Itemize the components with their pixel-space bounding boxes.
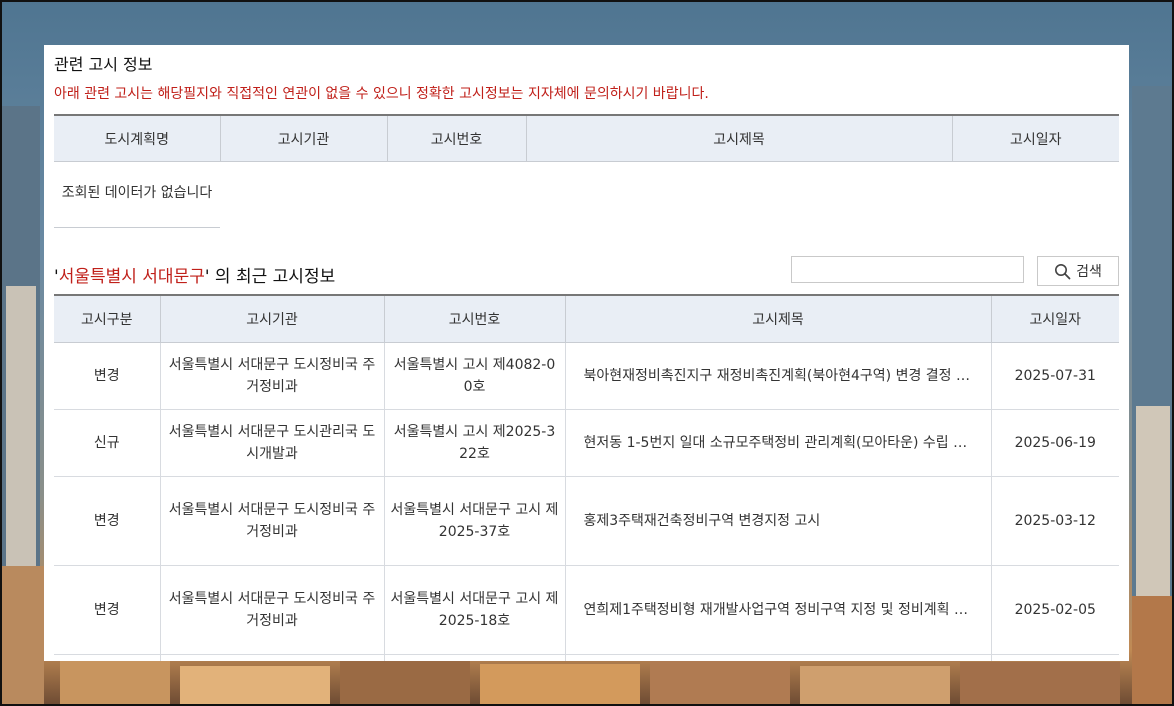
- column-header-number: 고시번호: [384, 295, 566, 343]
- recent-notice-title: '서울특별시 서대문구' 의 최근 고시정보: [54, 262, 335, 287]
- cell-title-link[interactable]: 북아현재정비촉진지구 재정비촉진계획(북아현4구역) 변경 결정 고시: [565, 342, 992, 410]
- cell-category: 신규: [54, 409, 161, 477]
- table-row[interactable]: 신규 서울특별시 서대문구 도시관리국 도시개발과 서울특별시 고시 제2025…: [54, 409, 1119, 477]
- cell-agency: 서울특별시 서대문구 도시정비국 주거정비과: [160, 476, 385, 566]
- column-header-agency: 고시기관: [160, 295, 385, 343]
- column-header-title: 고시제목: [565, 295, 992, 343]
- column-header-category: 고시구분: [54, 295, 161, 343]
- search-input[interactable]: [791, 256, 1024, 283]
- notice-panel: 관련 고시 정보 아래 관련 고시는 해당필지와 직접적인 연관이 없을 수 있…: [44, 45, 1129, 661]
- cell-date: 2025-06-19: [991, 409, 1119, 477]
- cell-date: 2025-03-12: [991, 476, 1119, 566]
- column-header-date: 고시일자: [952, 115, 1119, 162]
- column-header-plan-name: 도시계획명: [54, 115, 221, 162]
- cell-number: 서울특별시 고시 제2025-322호: [384, 409, 566, 477]
- related-notice-title: 관련 고시 정보: [54, 55, 153, 74]
- cell-title-link[interactable]: 현저동 1-5번지 일대 소규모주택정비 관리계획(모아타운) 수립 고시: [565, 409, 992, 477]
- related-notice-warning: 아래 관련 고시는 해당필지와 직접적인 연관이 없을 수 있으니 정확한 고시…: [54, 86, 709, 102]
- cell-agency: 서울특별시 서대문구 도시정비국 주거정비과: [160, 342, 385, 410]
- cell-category: 변경: [54, 565, 161, 655]
- search-button[interactable]: 검색: [1037, 256, 1119, 286]
- table-row[interactable]: 변경 서울특별시 서대문구 도시정비국 주거정비과 서울특별시 서대문구 고시 …: [54, 565, 1119, 655]
- cell-title-link[interactable]: 홍제3주택재건축정비구역 변경지정 고시: [565, 476, 992, 566]
- region-name: 서울특별시 서대문구: [58, 267, 205, 287]
- cell-date: 2025-07-31: [991, 342, 1119, 410]
- column-header-agency: 고시기관: [220, 115, 388, 162]
- column-header-title: 고시제목: [526, 115, 953, 162]
- table-row[interactable]: 변경 서울특별시 서대문구 도시정비국 주거정비과 서울특별시 고시 제4082…: [54, 342, 1119, 410]
- cell-title-link[interactable]: 연희제1주택정비형 재개발사업구역 정비구역 지정 및 정비계획 변경 고시: [565, 565, 992, 655]
- cell-number: 서울특별시 고시 제4082-00호: [384, 342, 566, 410]
- table-row[interactable]: 변경 서울특별시 서대문구 도시정비국 주거정비과 서울특별시 서대문구 고시 …: [54, 476, 1119, 566]
- related-notice-table: 도시계획명 고시기관 고시번호 고시제목 고시일자: [54, 114, 1119, 162]
- column-header-date: 고시일자: [991, 295, 1119, 343]
- cell-category: 변경: [54, 342, 161, 410]
- search-icon: [1055, 263, 1071, 279]
- column-header-number: 고시번호: [387, 115, 527, 162]
- empty-message: 조회된 데이터가 없습니다: [54, 159, 220, 228]
- cell-date: 2025-02-05: [991, 565, 1119, 655]
- cell-number: 서울특별시 서대문구 고시 제2025-18호: [384, 565, 566, 655]
- recent-notice-table: 고시구분 고시기관 고시번호 고시제목 고시일자 변경 서울특별시 서대문구 도…: [54, 294, 1119, 661]
- cell-agency: 서울특별시 서대문구 도시정비국 주거정비과: [160, 565, 385, 655]
- title-suffix: ' 의 최근 고시정보: [204, 267, 336, 287]
- cell-number: 서울특별시 서대문구 고시 제2025-37호: [384, 476, 566, 566]
- search-button-label: 검색: [1076, 264, 1102, 280]
- cell-agency: 서울특별시 서대문구 도시관리국 도시개발과: [160, 409, 385, 477]
- cell-category: 변경: [54, 476, 161, 566]
- table-row-partial: [54, 654, 1119, 661]
